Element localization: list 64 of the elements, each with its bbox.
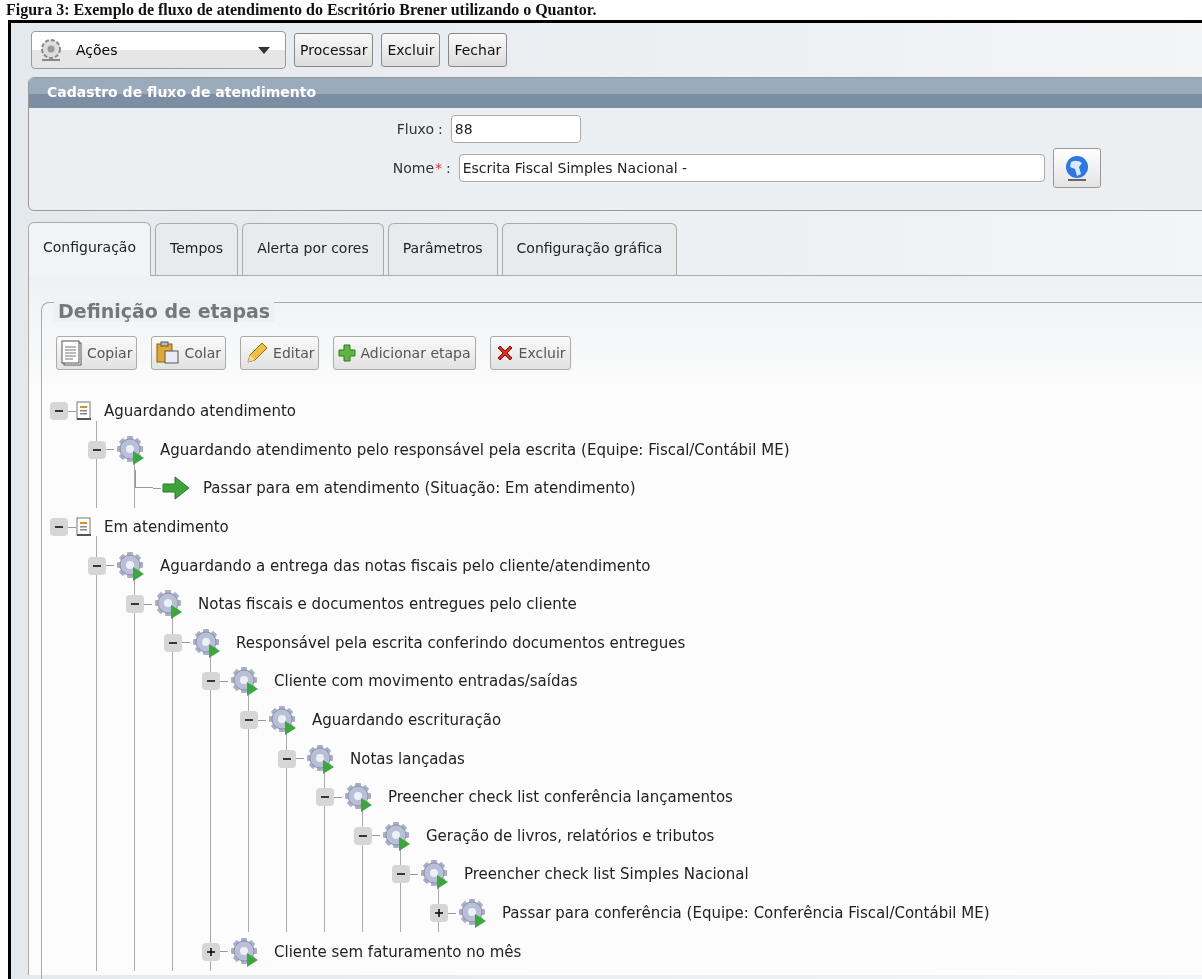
toolbar-button[interactable]: Excluir: [381, 33, 441, 67]
tree-item[interactable]: Cliente sem faturamento no mês: [274, 942, 522, 961]
tab[interactable]: Tempos: [154, 223, 239, 275]
section-title: Definição de etapas: [54, 300, 275, 322]
figure-caption: Figura 3: Exemplo de fluxo de atendimento do Escritório Brener utilizando o Quantor.: [5, 0, 598, 20]
required-marker: *: [435, 160, 442, 176]
tab[interactable]: Configuração gráfica: [501, 223, 678, 275]
tree-item[interactable]: Aguardando a entrega das notas fiscais pelo cliente/atendimento: [160, 556, 651, 575]
field-colon: :: [438, 121, 443, 137]
tree-item[interactable]: Aguardando escrituração: [312, 711, 502, 730]
tree-item[interactable]: Notas lançadas: [350, 749, 465, 768]
document-icon: [76, 401, 92, 422]
tab[interactable]: Alerta por cores: [242, 223, 384, 275]
actions-dropdown[interactable]: Ações: [31, 31, 286, 69]
collapse-toggle[interactable]: [392, 865, 410, 884]
field-label: Fluxo: [395, 121, 434, 137]
copy-icon: [61, 340, 83, 366]
tab[interactable]: Configuração: [28, 222, 151, 276]
pencil-icon: [245, 341, 270, 365]
globe-button[interactable]: [1052, 148, 1101, 188]
text-field[interactable]: Escrita Fiscal Simples Nacional -: [458, 154, 1045, 182]
tree-item[interactable]: Cliente com movimento entradas/saídas: [274, 672, 578, 691]
toolbar-button[interactable]: Fechar: [448, 33, 508, 67]
toolbar-button[interactable]: Copiar: [56, 336, 138, 370]
collapse-toggle[interactable]: [316, 788, 334, 807]
text-field[interactable]: 88: [450, 115, 581, 143]
connector-line: [135, 470, 153, 489]
tab[interactable]: Parâmetros: [387, 223, 498, 275]
collapse-toggle[interactable]: [126, 595, 144, 614]
tree-item[interactable]: Preencher check list conferência lançamentos: [388, 788, 733, 807]
toolbar-button[interactable]: Excluir: [489, 336, 571, 370]
document-icon: [76, 517, 92, 538]
tree-item[interactable]: Preencher check list Simples Nacional: [464, 865, 749, 884]
panel-title: Cadastro de fluxo de atendimento: [29, 78, 1202, 108]
tree-item[interactable]: Notas fiscais e documentos entregues pelo cliente: [198, 595, 577, 614]
toolbar-button[interactable]: Adicionar etapa: [333, 336, 476, 370]
arrow-icon: [161, 475, 191, 502]
toolbar-button[interactable]: Colar: [151, 336, 227, 370]
field-label: Nome: [391, 160, 434, 176]
collapse-toggle[interactable]: [354, 826, 372, 845]
tree-item[interactable]: Passar para conferência (Equipe: Conferência Fiscal/Contábil ME): [502, 904, 990, 922]
collapse-toggle[interactable]: [88, 440, 106, 459]
toolbar-button[interactable]: Editar: [240, 336, 320, 370]
tree-item[interactable]: Aguardando atendimento pelo responsável pela escrita (Equipe: Fiscal/Contábil ME): [160, 440, 790, 459]
tree-item[interactable]: Aguardando atendimento: [104, 402, 296, 421]
toolbar-button[interactable]: Processar: [294, 33, 374, 67]
collapse-toggle[interactable]: [202, 672, 220, 691]
expand-toggle[interactable]: [202, 942, 220, 961]
caret-icon: [257, 45, 271, 55]
tree-item[interactable]: Em atendimento: [104, 518, 229, 537]
collapse-toggle[interactable]: [240, 711, 258, 730]
gear-icon: [40, 38, 62, 62]
collapse-toggle[interactable]: [50, 402, 68, 421]
field-colon: :: [446, 160, 451, 176]
collapse-toggle[interactable]: [88, 556, 106, 575]
tree-item[interactable]: Responsável pela escrita conferindo documentos entregues: [236, 633, 686, 652]
tree-item[interactable]: Geração de livros, relatórios e tributos: [426, 826, 715, 845]
collapse-toggle[interactable]: [278, 749, 296, 768]
clipboard-icon: [156, 341, 181, 365]
collapse-toggle[interactable]: [50, 518, 68, 537]
collapse-toggle[interactable]: [164, 633, 182, 652]
tree-item[interactable]: Passar para em atendimento (Situação: Em atendimento): [203, 479, 636, 498]
plus-icon: [338, 344, 357, 362]
expand-toggle[interactable]: [430, 904, 448, 922]
